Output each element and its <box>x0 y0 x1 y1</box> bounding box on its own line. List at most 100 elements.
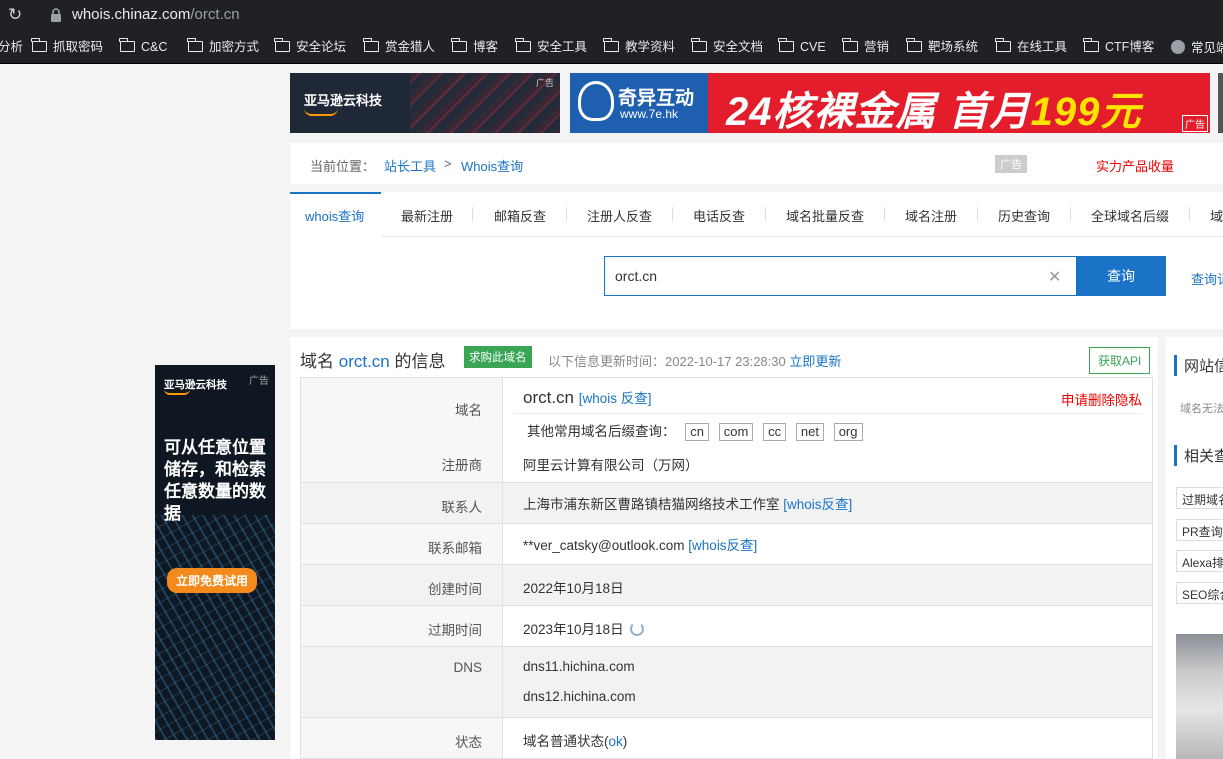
tab-whois[interactable]: whois查询 <box>305 206 364 225</box>
status-label: 状态 <box>455 735 482 750</box>
ad-headline: 可从任意位置储存，和检索任意数量的数据 <box>164 438 266 523</box>
ad-label: 广告 <box>1182 115 1208 132</box>
7e-logo-url: www.7e.hk <box>620 107 679 121</box>
created-value: 2022年10月18日 <box>523 581 624 596</box>
folder-icon <box>119 38 135 52</box>
buy-domain-button[interactable]: 求购此域名 <box>464 346 532 368</box>
table-row: 状态 域名普通状态(ok) <box>301 718 1152 759</box>
bookmark-folder[interactable]: 靶场系统 <box>906 38 978 56</box>
bookmark-folder[interactable]: CVE <box>778 38 826 56</box>
breadcrumb-link-tools[interactable]: 站长工具 <box>384 156 436 175</box>
reload-icon[interactable]: ↻ <box>8 6 26 24</box>
domain-label: 域名 <box>455 403 482 418</box>
title-domain[interactable]: orct.cn <box>339 352 390 371</box>
bookmark-folder[interactable]: 营销 <box>842 38 890 56</box>
suffix-org-button[interactable]: org <box>833 423 863 441</box>
right-sidebar: 网站信息 域名无法 相关查询 过期域名 PR查询 Alexa排名 SEO综合 <box>1166 337 1223 759</box>
tab-email-reverse[interactable]: 邮箱反查 <box>494 206 546 225</box>
related-link-seo[interactable]: SEO综合 <box>1176 582 1223 604</box>
suffix-label: 其他常用域名后缀查询： <box>527 424 676 439</box>
ad-badge: 广告 <box>995 155 1027 173</box>
tab-phone-reverse[interactable]: 电话反查 <box>693 206 745 225</box>
tab-batch-reverse[interactable]: 域名批量反查 <box>786 206 864 225</box>
status-ok-link[interactable]: ok <box>609 734 623 749</box>
row-key-cell: 联系人 <box>301 483 503 523</box>
bookmark-label: 营销 <box>864 40 890 54</box>
bookmark-folder[interactable]: 抓取密码 <box>31 38 103 56</box>
bookmark-folder[interactable]: 安全文档 <box>691 38 763 56</box>
folder-icon <box>1083 38 1099 52</box>
search-button[interactable]: 查询 <box>1076 256 1166 296</box>
url-path: /orct.cn <box>190 6 240 23</box>
sidebar-image[interactable] <box>1176 634 1223 759</box>
bookmark-label: 赏金猎人 <box>385 40 436 54</box>
bookmark-folder[interactable]: CTF博客 <box>1083 38 1154 56</box>
email-text: **ver_catsky@outlook.com <box>523 538 685 553</box>
contact-text: 上海市浦东新区曹路镇桔猫网络技术工作室 <box>523 497 780 512</box>
suffix-net-button[interactable]: net <box>795 423 824 441</box>
expire-label: 过期时间 <box>428 623 482 638</box>
email-reverse-link[interactable]: [whois反查] <box>688 538 757 553</box>
tab-registrant-reverse[interactable]: 注册人反查 <box>587 206 652 225</box>
contact-reverse-link[interactable]: [whois反查] <box>783 497 852 512</box>
bookmark-item[interactable]: 常见端 <box>1171 38 1223 56</box>
folder-icon <box>31 38 47 52</box>
divider <box>513 413 1141 414</box>
address-text[interactable]: whois.chinaz.com/orct.cn <box>72 6 240 23</box>
tab-domain-register[interactable]: 域名注册 <box>905 206 957 225</box>
refresh-now-link[interactable]: 立即更新 <box>789 354 841 369</box>
bookmark-folder[interactable]: 加密方式 <box>187 38 260 56</box>
aws-side-ad[interactable]: 亚马逊云科技 广告 可从任意位置储存，和检索任意数量的数据 立即免费试用 <box>155 365 275 740</box>
tab-history[interactable]: 历史查询 <box>998 206 1050 225</box>
bookmark-label: 博客 <box>473 40 499 54</box>
free-trial-button[interactable]: 立即免费试用 <box>167 568 258 593</box>
clear-icon[interactable]: ✕ <box>1048 267 1061 287</box>
bookmark-folder[interactable]: 安全论坛 <box>274 38 346 56</box>
bookmark-folder[interactable]: 赏金猎人 <box>363 38 436 56</box>
bookmark-label: 加密方式 <box>209 40 260 54</box>
tab-latest-register[interactable]: 最新注册 <box>401 206 453 225</box>
bookmark-item[interactable]: 分析 <box>0 38 23 56</box>
tab-global-suffix[interactable]: 全球域名后缀 <box>1091 206 1169 225</box>
suffix-cn-button[interactable]: cn <box>685 423 709 441</box>
lock-icon[interactable] <box>50 8 62 22</box>
related-link-expired[interactable]: 过期域名 <box>1176 487 1223 509</box>
bookmark-label: 常见端 <box>1191 41 1223 55</box>
tab-divider <box>672 207 673 221</box>
get-api-button[interactable]: 获取API <box>1089 347 1151 374</box>
ad-edge <box>1218 73 1223 133</box>
7e-logo-name: 奇异互动 <box>618 88 695 109</box>
row-key-cell: 过期时间 <box>301 606 503 646</box>
bookmark-folder[interactable]: 博客 <box>451 38 499 56</box>
aws-smile-icon <box>304 108 338 116</box>
domain-search-input[interactable] <box>604 256 1076 296</box>
suffix-cc-button[interactable]: cc <box>763 423 787 441</box>
bookmark-folder[interactable]: 在线工具 <box>995 38 1067 56</box>
tab-more[interactable]: 域 <box>1210 206 1223 225</box>
browser-url-bar: ↻ whois.chinaz.com/orct.cn <box>0 0 1223 30</box>
related-link-pr[interactable]: PR查询 <box>1176 519 1223 541</box>
bookmark-folder[interactable]: 教学资料 <box>603 38 675 56</box>
bookmark-label: C&C <box>141 40 168 54</box>
slogan-price: 199元 <box>1030 90 1142 133</box>
suffix-com-button[interactable]: com <box>718 423 754 441</box>
tab-divider <box>472 207 473 221</box>
breadcrumb-link-whois[interactable]: Whois查询 <box>461 156 523 175</box>
bookmark-folder[interactable]: C&C <box>119 38 168 56</box>
aws-logo: 亚马逊云科技 <box>304 93 383 108</box>
expire-value: 2023年10月18日 <box>523 618 644 638</box>
related-link-alexa[interactable]: Alexa排名 <box>1176 550 1223 572</box>
tab-divider <box>977 207 978 221</box>
aws-banner-ad[interactable]: 亚马逊云科技 广告 <box>290 73 560 133</box>
delete-privacy-link[interactable]: 申请删除隐私 <box>1061 389 1142 409</box>
7e-banner-ad[interactable]: 奇异互动 www.7e.hk 24核裸金属 首月199元 广告 <box>570 73 1210 133</box>
bookmark-folder[interactable]: 安全工具 <box>515 38 587 56</box>
site-info-heading: 网站信息 <box>1174 355 1223 376</box>
dns-2: dns12.hichina.com <box>523 689 636 704</box>
created-label: 创建时间 <box>428 582 482 597</box>
promo-link[interactable]: 实力产品收量 <box>1096 156 1174 175</box>
search-history-link[interactable]: 查询记录 <box>1191 269 1223 288</box>
email-value: **ver_catsky@outlook.com [whois反查] <box>523 534 757 554</box>
title-prefix: 域名 <box>300 352 334 371</box>
whois-reverse-link[interactable]: [whois 反查] <box>579 391 652 406</box>
